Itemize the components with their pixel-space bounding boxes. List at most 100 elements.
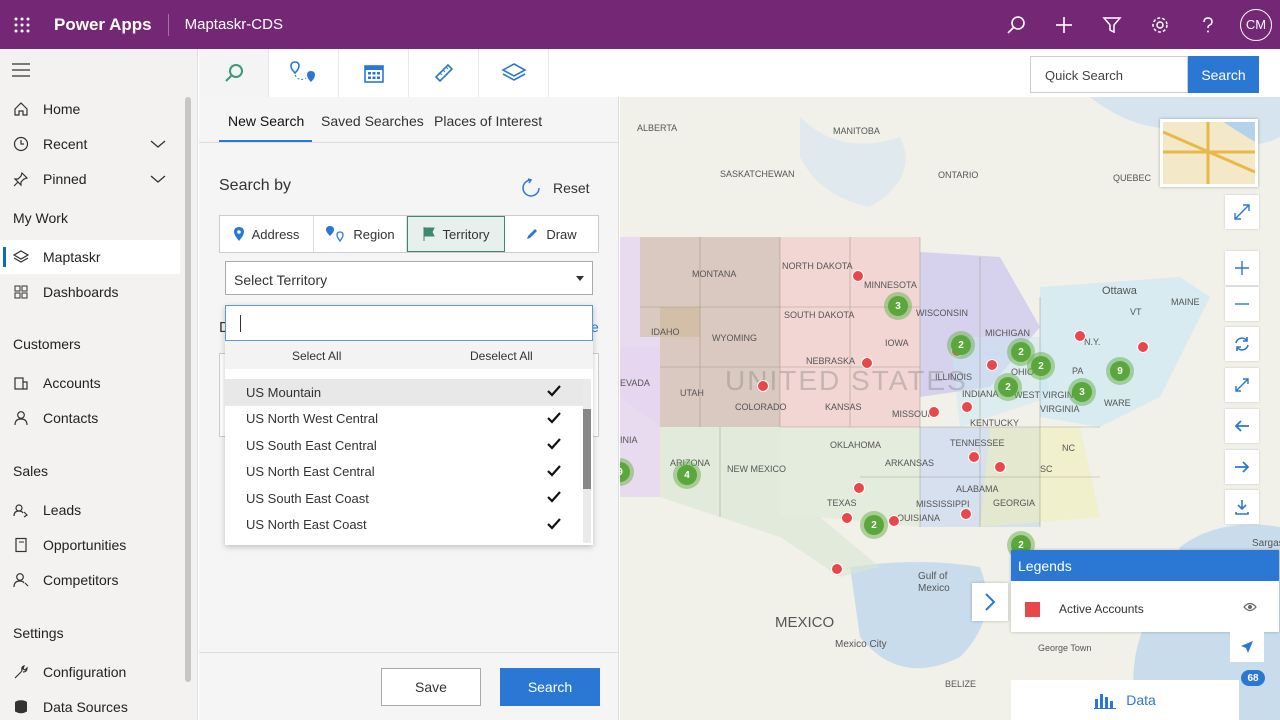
map-layers-icon[interactable] (479, 49, 549, 97)
search-type-draw[interactable]: Draw (505, 216, 598, 252)
nav-item-pinned[interactable]: Pinned (0, 162, 180, 196)
search-type-region[interactable]: Region (314, 216, 407, 252)
account-marker[interactable] (861, 357, 873, 369)
territory-select[interactable]: Select Territory (225, 261, 593, 295)
territory-option[interactable]: US South East Central (225, 432, 583, 459)
fullscreen-icon[interactable] (1225, 368, 1259, 402)
account-marker[interactable] (831, 563, 843, 575)
account-marker[interactable] (853, 482, 865, 494)
tab-saved-searches[interactable]: Saved Searches (321, 113, 424, 129)
map-label: MINNESOTA (864, 280, 917, 290)
gear-icon[interactable] (1136, 0, 1184, 49)
territory-option[interactable]: US North East Coast (225, 512, 583, 539)
refresh-icon[interactable] (1225, 327, 1259, 361)
avatar[interactable]: CM (1240, 8, 1272, 41)
account-marker[interactable] (888, 515, 900, 527)
account-marker[interactable] (986, 359, 998, 371)
save-button[interactable]: Save (381, 668, 481, 706)
cluster-marker[interactable]: 2 (1027, 352, 1055, 380)
zoom-in-icon[interactable] (1225, 251, 1259, 285)
route-icon[interactable] (269, 49, 339, 97)
nav-item-competitors[interactable]: Competitors (0, 563, 180, 597)
territory-option[interactable]: US North East Central (225, 459, 583, 486)
app-launcher-icon[interactable] (0, 0, 44, 49)
minimap[interactable] (1160, 119, 1258, 187)
person-icon (12, 410, 30, 426)
app-name[interactable]: Maptaskr-CDS (185, 16, 283, 33)
chevron-down-icon[interactable] (150, 136, 166, 155)
arrow-right-icon[interactable] (1225, 450, 1259, 484)
search-type-address[interactable]: Address (220, 216, 314, 252)
nav-item-contacts[interactable]: Contacts (0, 401, 180, 435)
reset-button[interactable]: Reset (521, 178, 590, 198)
tab-places-of-interest[interactable]: Places of Interest (434, 113, 542, 129)
nav-item-recent[interactable]: Recent (0, 127, 180, 161)
map-label: SOUTH DAKOTA (784, 310, 855, 320)
account-marker[interactable] (961, 401, 973, 413)
ruler-icon[interactable] (409, 49, 479, 97)
cluster-marker[interactable]: 2 (947, 331, 975, 359)
search-type-territory[interactable]: Territory (407, 216, 505, 252)
select-all-button[interactable]: Select All (292, 349, 341, 363)
account-marker[interactable] (928, 406, 940, 418)
territory-list: US Mountain US North West Central US South… (225, 379, 583, 538)
account-marker[interactable] (1074, 330, 1086, 342)
search-type-label: Draw (546, 226, 577, 242)
account-marker[interactable] (841, 512, 853, 524)
chevron-down-icon[interactable] (150, 171, 166, 190)
deselect-all-button[interactable]: Deselect All (470, 349, 533, 363)
eye-icon[interactable] (1243, 601, 1257, 615)
account-marker[interactable] (994, 461, 1006, 473)
nav-item-accounts[interactable]: Accounts (0, 366, 180, 400)
quick-search-input[interactable]: Quick Search (1030, 56, 1188, 93)
brand-name[interactable]: Power Apps (54, 13, 169, 36)
territory-option[interactable]: US South East Coast (225, 485, 583, 512)
data-button[interactable]: Data (1011, 680, 1239, 720)
map-label: BELIZE (945, 679, 977, 689)
account-marker[interactable] (968, 451, 980, 463)
tab-new-search[interactable]: New Search (228, 113, 304, 129)
plus-icon[interactable] (1040, 0, 1088, 49)
zoom-out-icon[interactable] (1225, 287, 1259, 321)
territory-option[interactable]: US North West Central (225, 406, 583, 433)
dashboard-icon (12, 284, 30, 300)
calendar-icon[interactable] (339, 49, 409, 97)
cluster-marker[interactable]: 4 (673, 461, 701, 489)
search-button[interactable]: Search (500, 668, 600, 706)
quick-search-button[interactable]: Search (1188, 56, 1259, 93)
cluster-marker[interactable]: 3 (884, 292, 912, 320)
nav-item-home[interactable]: Home (0, 92, 180, 126)
nav-scrollbar[interactable] (185, 97, 191, 682)
cluster-marker[interactable]: 2 (994, 373, 1022, 401)
scrollbar-thumb[interactable] (583, 409, 591, 489)
account-marker[interactable] (960, 508, 972, 520)
cluster-count: 9 (620, 462, 630, 482)
nav-item-opportunities[interactable]: Opportunities (0, 528, 180, 562)
nav-item-configuration[interactable]: Configuration (0, 655, 180, 689)
account-marker[interactable] (852, 270, 864, 282)
cluster-marker[interactable]: 3 (1068, 378, 1096, 406)
account-marker[interactable] (1137, 341, 1149, 353)
cluster-marker[interactable]: 9 (1106, 357, 1134, 385)
search-tool-icon[interactable] (199, 49, 269, 97)
nav-item-dashboards[interactable]: Dashboards (0, 275, 180, 309)
expand-icon[interactable] (1225, 195, 1259, 229)
cluster-marker[interactable]: 2 (860, 511, 888, 539)
arrow-left-icon[interactable] (1225, 409, 1259, 443)
territory-option-label: US North East Coast (246, 517, 367, 533)
account-marker[interactable] (757, 380, 769, 392)
territory-filter-input[interactable] (225, 305, 593, 341)
legend-toggle-button[interactable] (972, 583, 1008, 621)
territory-option[interactable]: US Mountain (225, 379, 583, 406)
nav-item-label: Dashboards (43, 284, 119, 300)
dropdown-scrollbar[interactable] (583, 379, 591, 543)
nav-item-maptaskr[interactable]: Maptaskr (0, 240, 180, 274)
nav-item-data-sources[interactable]: Data Sources (0, 690, 180, 720)
search-icon[interactable] (992, 0, 1040, 49)
help-icon[interactable] (1184, 0, 1232, 49)
filter-icon[interactable] (1088, 0, 1136, 49)
download-icon[interactable] (1225, 490, 1259, 524)
nav-item-leads[interactable]: Leads (0, 493, 180, 527)
navigate-icon[interactable] (1230, 632, 1264, 662)
hamburger-icon[interactable] (12, 63, 30, 82)
